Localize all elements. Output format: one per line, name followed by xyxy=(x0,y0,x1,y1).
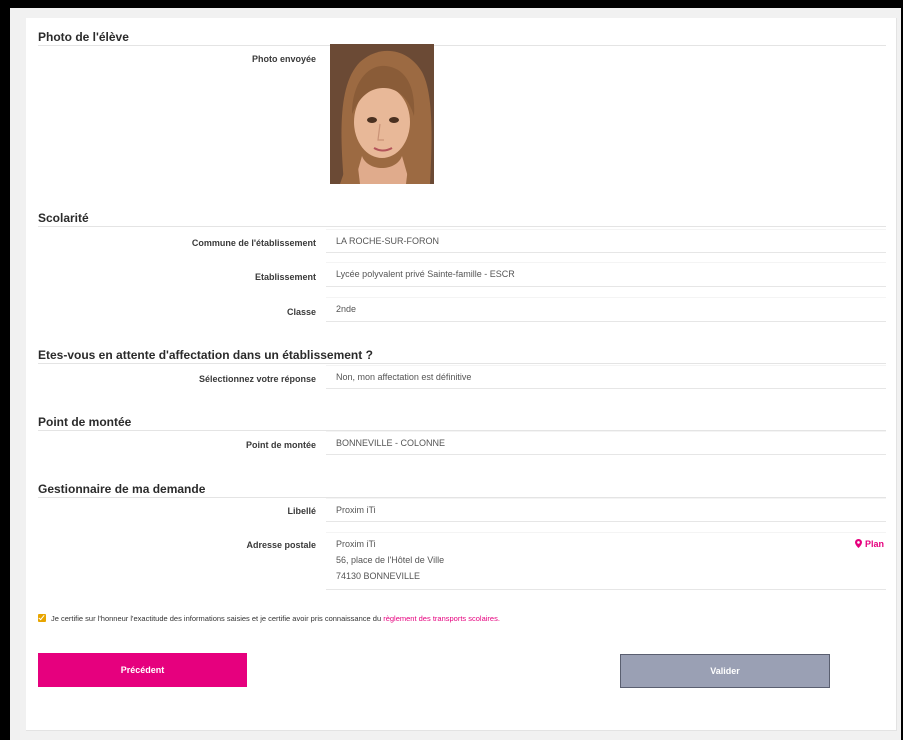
montee-label: Point de montée xyxy=(245,440,316,450)
libelle-label: Libellé xyxy=(287,506,316,516)
affectation-label: Sélectionnez votre réponse xyxy=(198,374,316,384)
affectation-value: Non, mon affectation est définitive xyxy=(326,365,886,389)
classe-value: 2nde xyxy=(326,297,886,322)
page-background: Photo de l'élève Photo envoyée Scolarité… xyxy=(10,8,901,740)
student-photo xyxy=(330,44,434,184)
adresse-line: 74130 BONNEVILLE xyxy=(336,571,421,581)
student-photo-image xyxy=(330,44,434,184)
section-title-gestionnaire: Gestionnaire de ma demande xyxy=(38,482,206,496)
section-rule xyxy=(38,45,886,46)
section-title-affectation: Etes-vous en attente d'affectation dans … xyxy=(38,348,373,362)
adresse-line: Proxim iTi xyxy=(336,539,376,549)
certification-suffix: . xyxy=(497,614,500,623)
previous-button[interactable]: Précédent xyxy=(38,653,247,687)
section-rule xyxy=(38,363,886,364)
section-title-photo: Photo de l'élève xyxy=(38,30,129,44)
commune-value: LA ROCHE-SUR-FORON xyxy=(326,229,886,253)
form-card: Photo de l'élève Photo envoyée Scolarité… xyxy=(26,18,897,731)
reglement-link[interactable]: règlement des transports scolaires xyxy=(383,614,498,623)
classe-label: Classe xyxy=(286,307,316,317)
photo-label: Photo envoyée xyxy=(251,54,316,64)
map-pin-icon xyxy=(855,539,863,548)
validate-button[interactable]: Valider xyxy=(620,654,830,688)
libelle-value: Proxim iTi xyxy=(326,498,886,522)
section-title-scolarite: Scolarité xyxy=(38,211,89,225)
section-rule xyxy=(38,226,886,227)
etablissement-label: Etablissement xyxy=(254,272,316,282)
plan-link[interactable]: Plan xyxy=(855,539,884,549)
certification-checkbox[interactable] xyxy=(38,614,46,622)
adresse-value: Proxim iTi 56, place de l'Hôtel de Ville… xyxy=(326,532,886,590)
montee-value: BONNEVILLE - COLONNE xyxy=(326,431,886,455)
certification-text: Je certifie sur l'honneur l'exactitude d… xyxy=(51,614,384,623)
etablissement-value: Lycée polyvalent privé Sainte-famille - … xyxy=(326,262,886,287)
section-title-montee: Point de montée xyxy=(38,415,132,429)
certification-row: Je certifie sur l'honneur l'exactitude d… xyxy=(38,614,500,623)
adresse-label: Adresse postale xyxy=(246,540,316,550)
adresse-line: 56, place de l'Hôtel de Ville xyxy=(336,555,445,565)
commune-label: Commune de l'établissement xyxy=(191,238,316,248)
plan-label: Plan xyxy=(864,539,884,549)
